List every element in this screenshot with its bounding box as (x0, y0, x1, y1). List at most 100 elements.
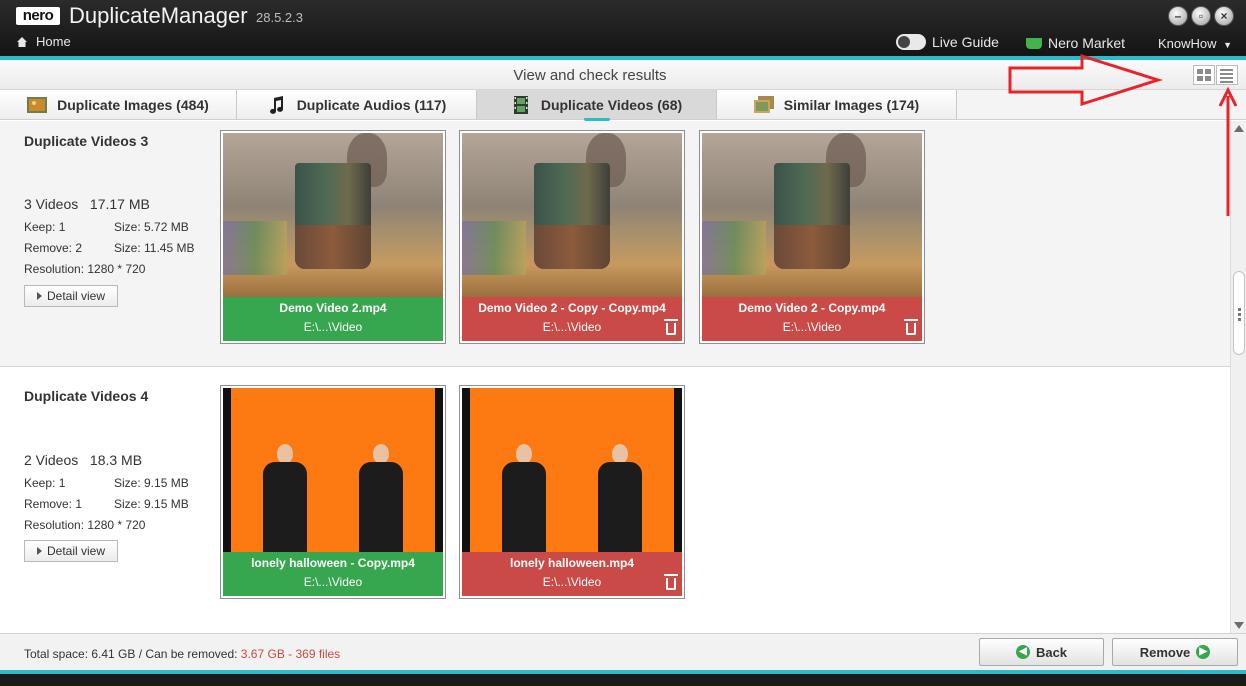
trash-icon[interactable] (664, 319, 678, 335)
basket-icon (1026, 37, 1042, 49)
similar-images-icon (753, 95, 774, 113)
video-card[interactable]: lonely halloween - Copy.mp4 E:\...\Video (220, 385, 446, 599)
remove-count: Remove: 2 (24, 241, 83, 255)
vertical-scrollbar[interactable] (1230, 121, 1246, 633)
keep-size: Size: 5.72 MB (114, 220, 189, 234)
remove-count: Remove: 1 (24, 497, 83, 511)
nero-logo: nero (16, 7, 60, 25)
file-caption: Demo Video 2 - Copy - Copy.mp4 E:\...\Vi… (462, 297, 682, 341)
file-caption: lonely halloween - Copy.mp4 E:\...\Video (223, 552, 443, 596)
chevron-down-icon: ▼ (1223, 40, 1233, 50)
tab-similar-images[interactable]: Similar Images (174) (717, 90, 957, 119)
results-list: Duplicate Videos 3 3 Videos 17.17 MB Kee… (0, 121, 1230, 633)
detail-view-label: Detail view (46, 544, 106, 558)
app-version: 28.5.2.3 (256, 10, 303, 25)
film-icon (513, 95, 528, 114)
close-icon[interactable]: × (1214, 6, 1234, 26)
live-guide-label: Live Guide (932, 34, 999, 50)
trash-icon[interactable] (904, 319, 918, 335)
tab-label: Similar Images (174) (783, 96, 920, 113)
minimize-icon[interactable]: – (1168, 6, 1188, 26)
video-thumbnail (223, 133, 443, 297)
file-path: E:\...\Video (303, 575, 363, 589)
live-guide-toggle[interactable]: Live Guide (896, 34, 999, 50)
file-name: Demo Video 2.mp4 (279, 301, 387, 315)
file-path: E:\...\Video (542, 575, 602, 589)
keep-count: Keep: 1 (24, 476, 66, 490)
remove-label: Remove (1139, 644, 1191, 660)
scroll-down-icon[interactable] (1234, 622, 1244, 629)
file-path: E:\...\Video (782, 320, 842, 334)
knowhow-menu[interactable]: KnowHow ▼ (1158, 36, 1232, 51)
arrow-right-icon: ▶ (1196, 645, 1211, 659)
space-total: Total space: 6.41 GB / Can be removed: (24, 647, 241, 661)
video-thumbnail (462, 133, 682, 297)
list-view-icon[interactable] (1216, 65, 1238, 85)
file-path: E:\...\Video (303, 320, 363, 334)
remove-button[interactable]: Remove ▶ (1112, 638, 1238, 666)
keep-size: Size: 9.15 MB (114, 476, 189, 490)
file-name: Demo Video 2 - Copy.mp4 (738, 301, 886, 315)
results-tabs: Duplicate Images (484) Duplicate Audios … (0, 90, 1246, 120)
video-card[interactable]: lonely halloween.mp4 E:\...\Video (459, 385, 685, 599)
video-card[interactable]: Demo Video 2 - Copy.mp4 E:\...\Video (699, 130, 925, 344)
remove-size: Size: 9.15 MB (114, 497, 189, 511)
file-caption: Demo Video 2.mp4 E:\...\Video (223, 297, 443, 341)
scroll-thumb[interactable] (1233, 271, 1245, 355)
resolution: Resolution: 1280 * 720 (24, 518, 146, 532)
group-summary: 3 Videos 17.17 MB (24, 196, 150, 212)
file-caption: Demo Video 2 - Copy.mp4 E:\...\Video (702, 297, 922, 341)
keep-count: Keep: 1 (24, 220, 66, 234)
file-name: lonely halloween - Copy.mp4 (251, 556, 415, 570)
window-controls: – ▫ × (1168, 6, 1234, 26)
detail-view-button[interactable]: Detail view (24, 285, 118, 307)
video-thumbnail (702, 133, 922, 297)
group-total-size: 18.3 MB (89, 452, 143, 468)
group-title: Duplicate Videos 4 (24, 388, 149, 404)
file-path: E:\...\Video (542, 320, 602, 334)
nero-market-link[interactable]: Nero Market (1026, 35, 1125, 51)
back-button[interactable]: ◀ Back (979, 638, 1104, 666)
nero-market-label: Nero Market (1048, 35, 1126, 51)
group-title: Duplicate Videos 3 (24, 133, 149, 149)
images-icon (27, 96, 48, 113)
tab-duplicate-audios[interactable]: Duplicate Audios (117) (237, 90, 477, 119)
file-name: Demo Video 2 - Copy - Copy.mp4 (478, 301, 666, 315)
play-triangle-icon (36, 292, 42, 300)
footer-bar (0, 674, 1246, 686)
title-bar: nero DuplicateManager 28.5.2.3 Home Live… (0, 0, 1246, 57)
tab-duplicate-videos[interactable]: Duplicate Videos (68) (477, 90, 717, 119)
detail-view-button[interactable]: Detail view (24, 540, 118, 562)
view-header: View and check results (0, 60, 1246, 90)
home-button[interactable]: Home (16, 34, 71, 49)
tab-label: Duplicate Audios (117) (296, 96, 447, 113)
scroll-up-icon[interactable] (1234, 125, 1244, 132)
resolution: Resolution: 1280 * 720 (24, 262, 146, 276)
music-note-icon (269, 95, 283, 114)
home-label: Home (36, 34, 71, 49)
app-name: DuplicateManager (69, 3, 248, 28)
tab-duplicate-images[interactable]: Duplicate Images (484) (0, 90, 237, 119)
detail-view-label: Detail view (46, 289, 106, 303)
status-footer: Total space: 6.41 GB / Can be removed: 3… (0, 633, 1246, 670)
knowhow-label: KnowHow (1158, 36, 1217, 51)
view-title: View and check results (513, 67, 667, 84)
play-triangle-icon (36, 547, 42, 555)
duplicate-group: Duplicate Videos 4 2 Videos 18.3 MB Keep… (0, 368, 1230, 633)
duplicate-group: Duplicate Videos 3 3 Videos 17.17 MB Kee… (0, 121, 1230, 367)
group-summary: 2 Videos 18.3 MB (24, 452, 142, 468)
video-thumbnail (223, 388, 443, 552)
video-card[interactable]: Demo Video 2.mp4 E:\...\Video (220, 130, 446, 344)
space-removable: 3.67 GB - 369 files (240, 647, 341, 661)
restore-icon[interactable]: ▫ (1191, 6, 1211, 26)
tab-label: Duplicate Videos (68) (540, 96, 683, 113)
video-card[interactable]: Demo Video 2 - Copy - Copy.mp4 E:\...\Vi… (459, 130, 685, 344)
toggle-switch-icon[interactable] (896, 34, 926, 50)
group-count: 2 Videos (24, 452, 79, 468)
file-name: lonely halloween.mp4 (509, 556, 635, 570)
file-caption: lonely halloween.mp4 E:\...\Video (462, 552, 682, 596)
home-icon (17, 36, 27, 47)
trash-icon[interactable] (664, 574, 678, 590)
grid-view-icon[interactable] (1193, 65, 1215, 85)
tab-label: Duplicate Images (484) (57, 96, 209, 113)
